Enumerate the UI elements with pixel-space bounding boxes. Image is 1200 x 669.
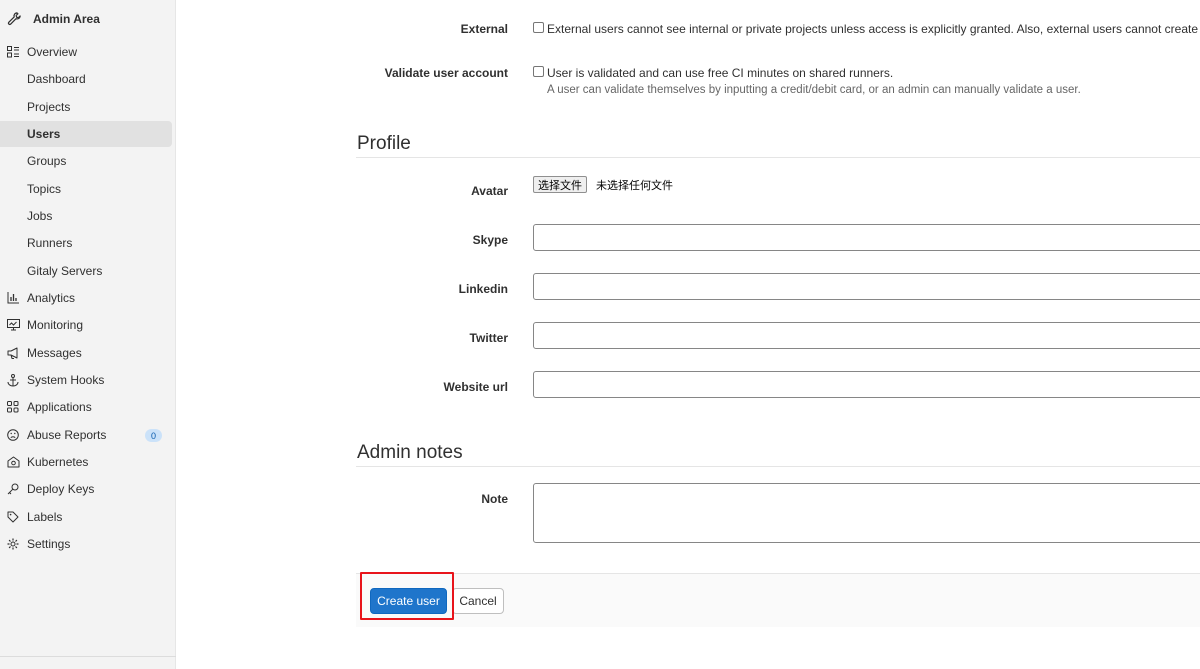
website-url-input[interactable]: [533, 371, 1200, 398]
validate-user-checkbox[interactable]: [533, 66, 544, 77]
sidebar-item-dashboard[interactable]: Dashboard: [0, 66, 172, 92]
linkedin-label: Linkedin: [458, 282, 508, 296]
sidebar-item-label: Projects: [27, 100, 71, 114]
skype-label: Skype: [472, 233, 508, 247]
twitter-input[interactable]: [533, 322, 1200, 349]
sidebar-item-analytics[interactable]: Analytics: [0, 285, 172, 311]
sidebar-item-applications[interactable]: Applications: [0, 394, 172, 420]
gear-icon: [6, 537, 20, 551]
profile-section-title: Profile: [357, 133, 411, 154]
sidebar-item-labels[interactable]: Labels: [0, 504, 172, 530]
sidebar-item-kubernetes[interactable]: Kubernetes: [0, 449, 172, 475]
sidebar-divider: [0, 656, 176, 657]
sidebar-item-label: Topics: [27, 182, 62, 196]
sidebar-item-system-hooks[interactable]: System Hooks: [0, 367, 172, 393]
linkedin-input[interactable]: [533, 273, 1200, 300]
sidebar-title: Admin Area: [33, 12, 100, 26]
sidebar-item-label: Runners: [27, 236, 73, 250]
cancel-button[interactable]: Cancel: [452, 588, 504, 614]
avatar-label: Avatar: [471, 184, 508, 198]
sidebar-item-label: Gitaly Servers: [27, 264, 103, 278]
monitor-icon: [6, 318, 20, 332]
sidebar-item-label: Dashboard: [27, 72, 86, 86]
skype-input[interactable]: [533, 224, 1200, 251]
sidebar-item-label: Monitoring: [27, 318, 84, 332]
sidebar-item-label: Kubernetes: [27, 455, 89, 469]
avatar-file-status: 未选择任何文件: [596, 180, 673, 192]
admin-notes-section-title: Admin notes: [357, 442, 463, 463]
megaphone-icon: [6, 346, 20, 360]
sidebar-item-settings[interactable]: Settings: [0, 531, 172, 557]
sidebar-item-label: Settings: [27, 537, 71, 551]
sidebar-item-label: Analytics: [27, 291, 76, 305]
anchor-icon: [6, 373, 20, 387]
apps-grid-icon: [6, 400, 20, 414]
sidebar-item-jobs[interactable]: Jobs: [0, 203, 172, 229]
sidebar-item-deploy-keys[interactable]: Deploy Keys: [0, 476, 172, 502]
sidebar-item-gitaly-servers[interactable]: Gitaly Servers: [0, 258, 172, 284]
admin-sidebar: Admin Area Overview Dashboard Projects U…: [0, 0, 176, 669]
note-textarea[interactable]: [533, 483, 1200, 543]
external-checkbox[interactable]: [533, 22, 544, 33]
sidebar-item-label: Jobs: [27, 209, 53, 223]
sidebar-item-label: Messages: [27, 346, 82, 360]
sidebar-item-abuse-reports[interactable]: Abuse Reports 0: [0, 422, 172, 448]
sidebar-item-label: Users: [27, 127, 61, 141]
admin-notes-divider: [356, 466, 1200, 467]
sidebar-item-messages[interactable]: Messages: [0, 340, 172, 366]
sidebar-item-label: Deploy Keys: [27, 482, 95, 496]
sidebar-item-topics[interactable]: Topics: [0, 176, 172, 202]
sidebar-header[interactable]: Admin Area: [0, 4, 176, 34]
sidebar-item-monitoring[interactable]: Monitoring: [0, 312, 172, 338]
chart-icon: [6, 291, 20, 305]
website-url-label: Website url: [443, 380, 508, 394]
sidebar-item-label: Abuse Reports: [27, 428, 107, 442]
wrench-icon: [3, 8, 25, 30]
validate-user-help: A user can validate themselves by inputt…: [547, 84, 1081, 96]
label-tag-icon: [6, 510, 20, 524]
external-label: External: [460, 22, 508, 36]
overview-icon: [6, 45, 20, 59]
sidebar-item-users[interactable]: Users: [0, 121, 172, 147]
profile-divider: [356, 157, 1200, 158]
sidebar-item-label: Overview: [27, 45, 78, 59]
avatar-file-button[interactable]: 选择文件: [533, 176, 587, 193]
note-label: Note: [481, 492, 508, 506]
sidebar-item-label: Labels: [27, 510, 63, 524]
external-description: External users cannot see internal or pr…: [547, 22, 1200, 36]
sidebar-item-label: Groups: [27, 154, 67, 168]
sidebar-item-groups[interactable]: Groups: [0, 148, 172, 174]
validate-user-description: User is validated and can use free CI mi…: [547, 66, 894, 80]
cloud-gear-icon: [6, 455, 20, 469]
sidebar-item-runners[interactable]: Runners: [0, 230, 172, 256]
sad-face-icon: [6, 428, 20, 442]
twitter-label: Twitter: [469, 331, 508, 345]
create-user-highlight-box: [360, 572, 454, 620]
key-icon: [6, 482, 20, 496]
validate-user-label: Validate user account: [384, 66, 508, 80]
sidebar-item-projects[interactable]: Projects: [0, 94, 172, 120]
sidebar-item-label: Applications: [27, 400, 92, 414]
sidebar-item-overview[interactable]: Overview: [0, 39, 172, 65]
sidebar-item-label: System Hooks: [27, 373, 105, 387]
abuse-reports-count-badge: 0: [145, 429, 162, 442]
